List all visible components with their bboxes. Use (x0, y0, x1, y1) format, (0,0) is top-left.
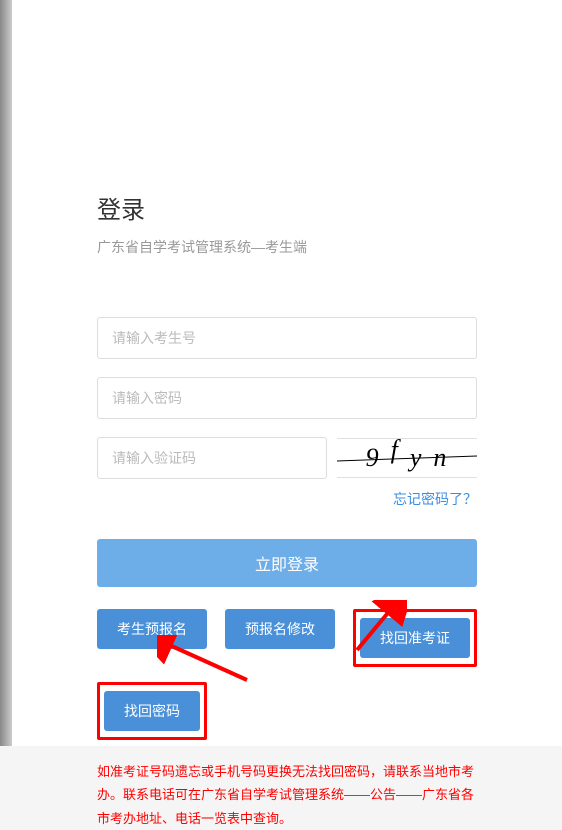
forgot-password-link[interactable]: 忘记密码了？ (393, 491, 477, 507)
login-button[interactable]: 立即登录 (97, 539, 477, 587)
pre-register-button[interactable]: 考生预报名 (97, 609, 207, 649)
captcha-image[interactable]: 9fyn (337, 438, 477, 478)
captcha-input[interactable] (97, 437, 327, 479)
find-admission-ticket-button[interactable]: 找回准考证 (360, 618, 470, 658)
exam-number-input[interactable] (97, 317, 477, 359)
highlight-find-ticket: 找回准考证 (353, 609, 477, 667)
page-subtitle: 广东省自学考试管理系统—考生端 (97, 237, 477, 257)
modify-pre-register-button[interactable]: 预报名修改 (225, 609, 335, 649)
page-title: 登录 (97, 190, 477, 225)
find-password-button[interactable]: 找回密码 (104, 691, 200, 731)
instruction-note: 如准考证号码遗忘或手机号码更换无法找回密码，请联系当地市考办。联系电话可在广东省… (97, 760, 477, 830)
secondary-button-row: 考生预报名 预报名修改 找回准考证 (97, 609, 477, 667)
password-input[interactable] (97, 377, 477, 419)
highlight-find-password: 找回密码 (97, 682, 207, 740)
login-panel: 登录 广东省自学考试管理系统—考生端 9fyn 忘记密码了？ 立即登录 考生预报… (12, 0, 562, 746)
sidebar-edge (0, 0, 12, 746)
